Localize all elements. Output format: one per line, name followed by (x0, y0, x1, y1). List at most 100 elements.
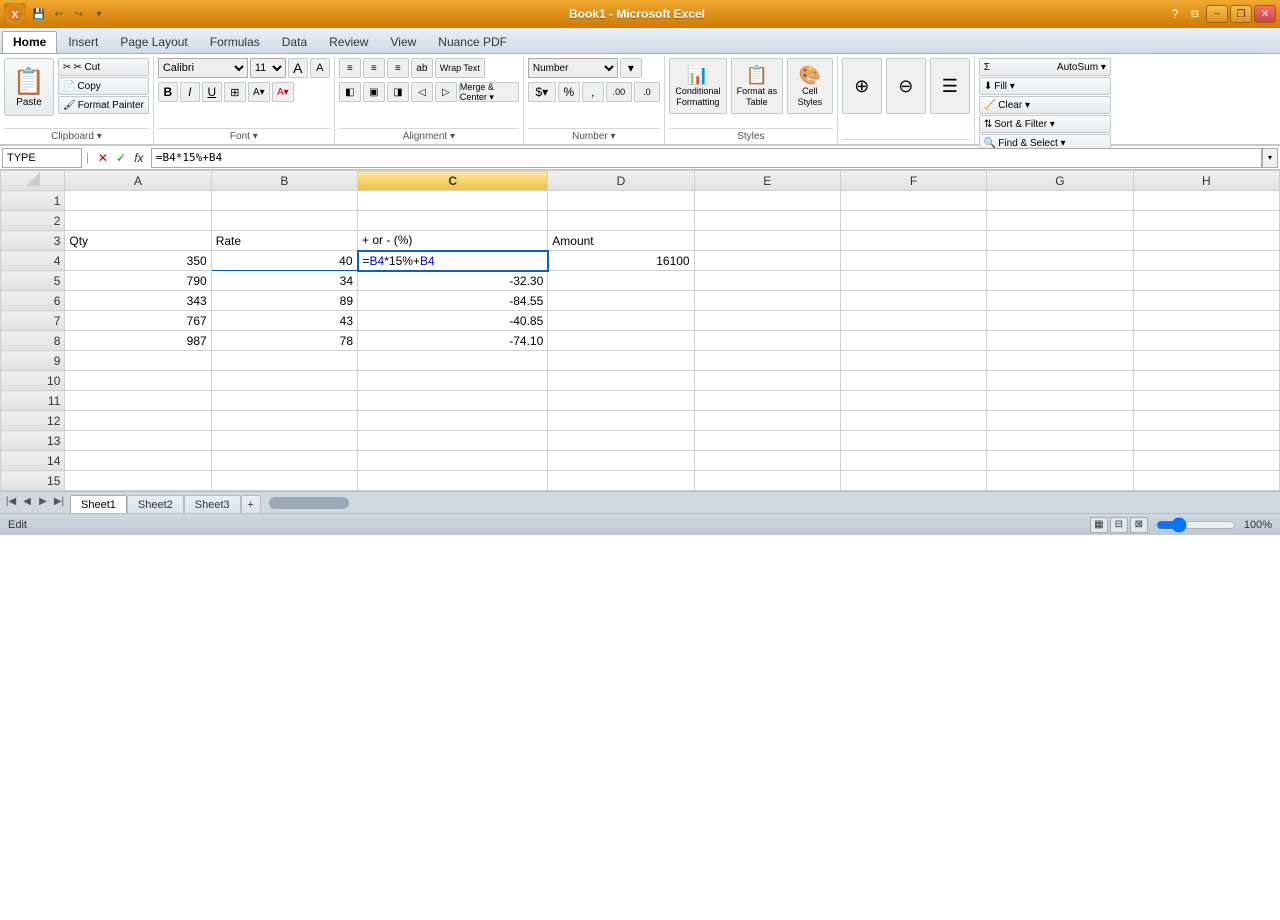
col-header-b[interactable]: B (211, 171, 357, 191)
row-header-10[interactable]: 10 (1, 371, 65, 391)
cell-c11[interactable] (358, 391, 548, 411)
page-layout-view-button[interactable]: ⊟ (1110, 517, 1128, 533)
cell-f9[interactable] (840, 351, 986, 371)
border-button[interactable]: ⊞ (224, 82, 246, 102)
cell-b3[interactable]: Rate (211, 231, 357, 251)
cell-b7[interactable]: 43 (211, 311, 357, 331)
prev-sheet-button[interactable]: ◀ (20, 496, 34, 507)
delete-button[interactable]: ⊖ (886, 58, 926, 114)
align-right-button[interactable]: ◨ (387, 82, 409, 102)
col-header-a[interactable]: A (65, 171, 211, 191)
new-sheet-button[interactable]: + (241, 495, 261, 513)
cell-g1[interactable] (987, 191, 1133, 211)
row-header-13[interactable]: 13 (1, 431, 65, 451)
save-quick-btn[interactable]: 💾 (30, 5, 48, 23)
cell-a6[interactable]: 343 (65, 291, 211, 311)
cell-g14[interactable] (987, 451, 1133, 471)
number-expand-btn[interactable]: ▾ (611, 131, 616, 142)
orientation-button[interactable]: ab (411, 58, 433, 78)
cell-b14[interactable] (211, 451, 357, 471)
cell-g2[interactable] (987, 211, 1133, 231)
cell-e8[interactable] (694, 331, 840, 351)
increase-indent-button[interactable]: ▷ (435, 82, 457, 102)
cell-g8[interactable] (987, 331, 1133, 351)
h-scrollbar-thumb[interactable] (269, 497, 349, 509)
cell-a14[interactable] (65, 451, 211, 471)
cell-d11[interactable] (548, 391, 694, 411)
redo-quick-btn[interactable]: ↪ (70, 5, 88, 23)
underline-button[interactable]: U (202, 82, 222, 102)
cell-c6[interactable]: -84.55 (358, 291, 548, 311)
cell-d6[interactable] (548, 291, 694, 311)
cell-b2[interactable] (211, 211, 357, 231)
cell-d5[interactable] (548, 271, 694, 291)
cell-h15[interactable] (1133, 471, 1279, 491)
decrease-decimal-button[interactable]: .0 (634, 82, 660, 102)
cell-b9[interactable] (211, 351, 357, 371)
cell-d12[interactable] (548, 411, 694, 431)
formula-input[interactable] (151, 148, 1262, 168)
cell-e11[interactable] (694, 391, 840, 411)
cell-a1[interactable] (65, 191, 211, 211)
cell-g11[interactable] (987, 391, 1133, 411)
sheet-tab-1[interactable]: Sheet1 (70, 495, 127, 513)
tab-view[interactable]: View (379, 31, 427, 53)
cell-a2[interactable] (65, 211, 211, 231)
ribbon-toggle-btn[interactable]: ⊟ (1186, 5, 1204, 23)
merge-center-button[interactable]: Merge & Center ▾ (459, 82, 519, 102)
cell-e5[interactable] (694, 271, 840, 291)
bold-button[interactable]: B (158, 82, 178, 102)
cell-b10[interactable] (211, 371, 357, 391)
cell-e12[interactable] (694, 411, 840, 431)
cell-c2[interactable] (358, 211, 548, 231)
restore-button[interactable]: ❐ (1230, 5, 1252, 23)
cell-d13[interactable] (548, 431, 694, 451)
clear-button[interactable]: 🧹 Clear ▾ (979, 96, 1111, 114)
cell-c8[interactable]: -74.10 (358, 331, 548, 351)
cell-e4[interactable] (694, 251, 840, 271)
cell-d1[interactable] (548, 191, 694, 211)
format-painter-button[interactable]: 🖌 Format Painter (58, 96, 149, 114)
cell-h6[interactable] (1133, 291, 1279, 311)
formula-bar-expand[interactable]: ▾ (1262, 148, 1278, 168)
tab-nuance[interactable]: Nuance PDF (427, 31, 518, 53)
sheet-tab-2[interactable]: Sheet2 (127, 495, 184, 513)
col-header-g[interactable]: G (987, 171, 1133, 191)
cell-c4[interactable]: =B4*15%+B4 ▼ (358, 251, 548, 271)
cell-b12[interactable] (211, 411, 357, 431)
row-header-11[interactable]: 11 (1, 391, 65, 411)
number-expand-icon[interactable]: ▾ (620, 58, 642, 78)
cell-e6[interactable] (694, 291, 840, 311)
cell-h1[interactable] (1133, 191, 1279, 211)
col-header-f[interactable]: F (840, 171, 986, 191)
row-header-8[interactable]: 8 (1, 331, 65, 351)
format-as-table-button[interactable]: 📋 Format as Table (731, 58, 783, 114)
cell-f1[interactable] (840, 191, 986, 211)
font-family-select[interactable]: Calibri (158, 58, 248, 78)
row-header-5[interactable]: 5 (1, 271, 65, 291)
row-header-6[interactable]: 6 (1, 291, 65, 311)
cell-d3[interactable]: Amount (548, 231, 694, 251)
insert-function-button[interactable]: fx (131, 151, 147, 165)
insert-button[interactable]: ⊕ (842, 58, 882, 114)
tab-home[interactable]: Home (2, 31, 57, 53)
cell-c5[interactable]: -32.30 (358, 271, 548, 291)
cell-d10[interactable] (548, 371, 694, 391)
clipboard-expand-icon[interactable]: ▾ (97, 131, 102, 142)
help-icon[interactable]: ? (1166, 5, 1184, 23)
italic-button[interactable]: I (180, 82, 200, 102)
cell-f6[interactable] (840, 291, 986, 311)
cell-e3[interactable] (694, 231, 840, 251)
cell-h13[interactable] (1133, 431, 1279, 451)
cell-g4[interactable] (987, 251, 1133, 271)
cell-a12[interactable] (65, 411, 211, 431)
tab-formulas[interactable]: Formulas (199, 31, 271, 53)
cell-h5[interactable] (1133, 271, 1279, 291)
cell-h9[interactable] (1133, 351, 1279, 371)
cell-a10[interactable] (65, 371, 211, 391)
cell-h11[interactable] (1133, 391, 1279, 411)
cell-c10[interactable] (358, 371, 548, 391)
corner-header[interactable] (1, 171, 65, 191)
cell-g3[interactable] (987, 231, 1133, 251)
undo-quick-btn[interactable]: ↩ (50, 5, 68, 23)
